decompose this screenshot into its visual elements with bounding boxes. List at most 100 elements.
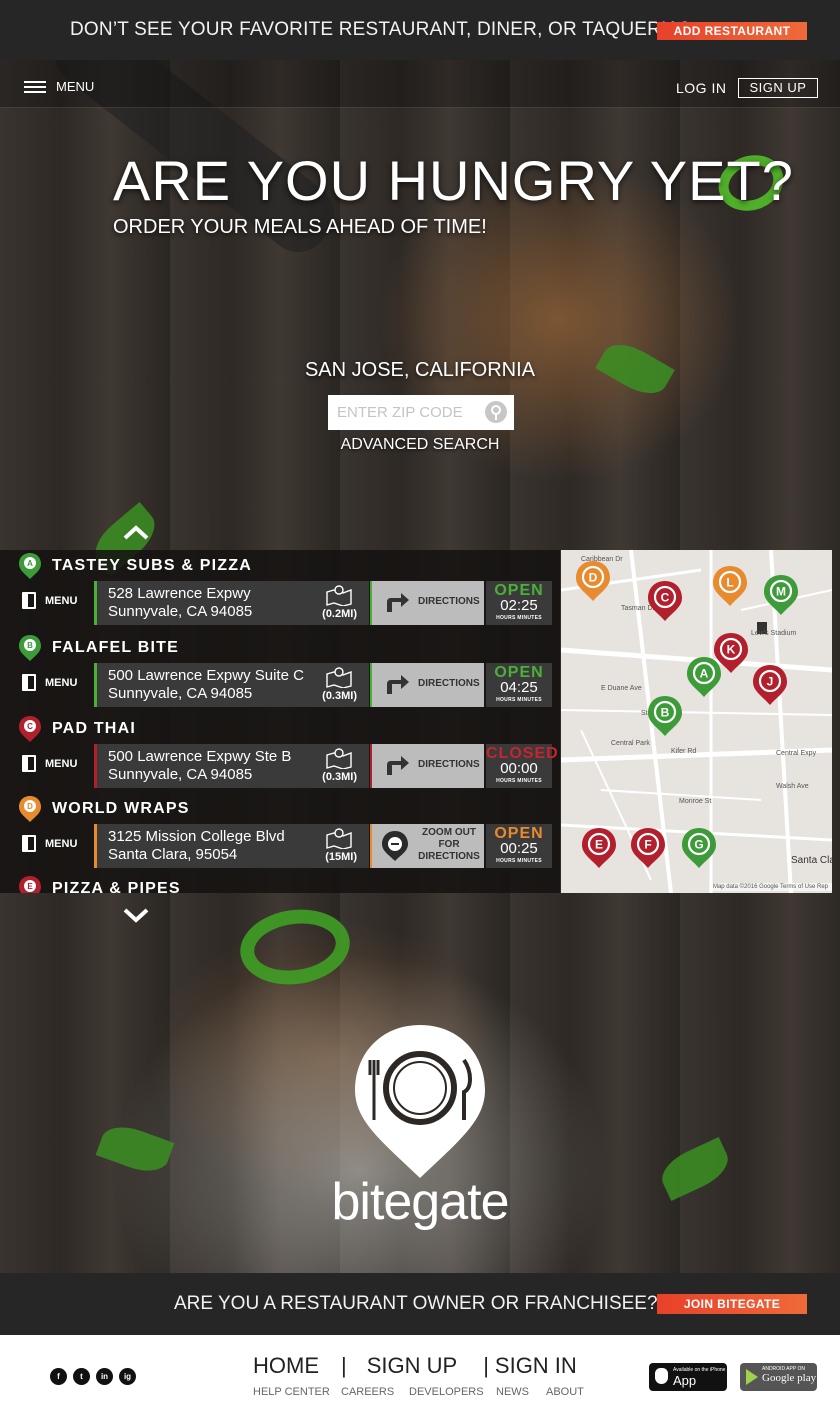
time-remaining: 02:25	[500, 597, 538, 614]
map-icon[interactable]	[325, 584, 353, 606]
footer-signup-link[interactable]: SIGN UP	[367, 1353, 457, 1379]
current-location: SAN JOSE, CALIFORNIA	[304, 359, 536, 381]
map-pin-icon: B	[648, 696, 682, 736]
map-icon[interactable]	[325, 666, 353, 688]
restaurant-name[interactable]: TASTEY SUBS & PIZZA	[52, 557, 252, 575]
restaurant-list[interactable]: A TASTEY SUBS & PIZZA MENU 528 Lawrence …	[0, 550, 560, 893]
restaurant-row[interactable]: B FALAFEL BITE MENU 500 Lawrence Expwy S…	[0, 632, 560, 714]
add-restaurant-button[interactable]: ADD RESTAURANT	[657, 22, 807, 40]
news-link[interactable]: NEWS	[496, 1386, 546, 1398]
map-pin-c[interactable]: C	[647, 580, 683, 622]
restaurant-pin-icon: E	[19, 876, 41, 893]
restaurant-pin-icon: D	[19, 796, 41, 822]
menu-book-icon	[22, 835, 36, 852]
menu-button-label: MENU	[45, 594, 78, 607]
owner-banner: ARE YOU A RESTAURANT OWNER OR FRANCHISEE…	[0, 1273, 840, 1335]
map-pin-l[interactable]: L	[712, 565, 748, 607]
time-units: HOURS MINUTES	[496, 615, 542, 621]
restaurant-menu-button[interactable]: MENU	[22, 674, 77, 691]
restaurant-address: 3125 Mission College Blvd Santa Clara, 9…	[94, 824, 369, 868]
footer-signin-link[interactable]: SIGN IN	[495, 1353, 577, 1379]
careers-link[interactable]: CAREERS	[341, 1386, 409, 1398]
login-link[interactable]: LOG IN	[676, 80, 726, 96]
map-pin-m[interactable]: M	[763, 574, 799, 616]
restaurant-menu-button[interactable]: MENU	[22, 835, 77, 852]
pin-letter: A	[27, 559, 33, 568]
map-pin-a[interactable]: A	[686, 656, 722, 698]
pin-letter: C	[27, 722, 33, 731]
map-pin-letter: E	[595, 838, 603, 852]
join-bitegate-button[interactable]: JOIN BITEGATE	[657, 1294, 807, 1314]
map-pin-f[interactable]: F	[630, 827, 666, 869]
address-line1: 500 Lawrence Expwy Ste B	[108, 748, 292, 765]
twitter-icon[interactable]: t	[73, 1368, 90, 1385]
scroll-up-icon[interactable]	[122, 523, 150, 543]
location-pin-icon[interactable]	[484, 400, 508, 424]
zip-search-box	[328, 395, 514, 430]
restaurant-pin-icon: A	[19, 553, 41, 579]
footer-home-link[interactable]: HOME	[253, 1353, 319, 1379]
menu-toggle-button[interactable]: MENU	[24, 79, 94, 94]
menu-book-icon	[22, 755, 36, 772]
map-pin-icon: G	[682, 828, 716, 868]
map-pin-e[interactable]: E	[581, 827, 617, 869]
map-pin-b[interactable]: B	[647, 695, 683, 737]
time-units: HOURS MINUTES	[496, 778, 542, 784]
map-pin-g[interactable]: G	[681, 827, 717, 869]
directions-button[interactable]: DIRECTIONS	[370, 663, 484, 707]
pin-letter: D	[27, 802, 33, 811]
opening-status: OPEN 00:25 HOURS MINUTES	[486, 824, 552, 868]
distance: (0.3MI)	[322, 771, 357, 783]
restaurant-pin-icon: C	[19, 716, 41, 742]
app-store-badge[interactable]: Available on the iPhone App Store	[649, 1363, 727, 1403]
restaurant-menu-button[interactable]: MENU	[22, 592, 77, 609]
map-pin-icon: M	[764, 575, 798, 615]
address-line1: 500 Lawrence Expwy Suite C	[108, 667, 304, 684]
map-street-label: E Duane Ave	[601, 685, 642, 692]
social-links: f t in ig	[50, 1368, 136, 1385]
restaurant-name[interactable]: FALAFEL BITE	[52, 639, 179, 657]
zip-code-input[interactable]	[328, 395, 478, 430]
menu-button-label: MENU	[45, 676, 78, 689]
about-link[interactable]: ABOUT	[546, 1386, 584, 1398]
google-play-badge[interactable]: ANDROID APP ON Google play	[740, 1363, 817, 1391]
map-icon[interactable]	[325, 747, 353, 769]
zoom-out-button[interactable]: ZOOM OUT FOR DIRECTIONS	[370, 824, 484, 868]
advanced-search-link[interactable]: ADVANCED SEARCH	[0, 436, 840, 454]
restaurant-row[interactable]: E PIZZA & PIPES	[0, 873, 560, 893]
map-pin-letter: M	[776, 585, 786, 599]
developers-link[interactable]: DEVELOPERS	[409, 1386, 496, 1398]
instagram-icon[interactable]: ig	[119, 1368, 136, 1385]
map-pin-j[interactable]: J	[752, 664, 788, 706]
map-pin-letter: C	[661, 591, 670, 605]
restaurant-map[interactable]: Caribbean Dr Levi's Stadium Tasman Dr E Dua…	[561, 550, 832, 893]
directions-button[interactable]: DIRECTIONS	[370, 581, 484, 625]
address-line1: 528 Lawrence Expwy	[108, 585, 251, 602]
restaurant-name[interactable]: PIZZA & PIPES	[52, 880, 181, 893]
map-pin-letter: G	[694, 838, 703, 852]
zoom-out-pin-icon	[382, 831, 408, 861]
help-center-link[interactable]: HELP CENTER	[253, 1386, 341, 1398]
facebook-icon[interactable]: f	[50, 1368, 67, 1385]
map-pin-letter: D	[589, 571, 598, 585]
scroll-down-icon[interactable]	[122, 905, 150, 925]
map-street-label: Walsh Ave	[776, 783, 809, 790]
map-icon[interactable]	[325, 827, 353, 849]
restaurant-row[interactable]: D WORLD WRAPS MENU 3125 Mission College …	[0, 793, 560, 875]
restaurant-row[interactable]: C PAD THAI MENU 500 Lawrence Expwy Ste B…	[0, 713, 560, 795]
restaurant-row[interactable]: A TASTEY SUBS & PIZZA MENU 528 Lawrence …	[0, 550, 560, 632]
app-store-label: App Store	[673, 1373, 705, 1403]
menu-button-label: MENU	[45, 757, 78, 770]
footer: f t in ig HOME | SIGN UP | SIGN IN HELP …	[0, 1335, 840, 1423]
signup-button[interactable]: SIGN UP	[738, 78, 818, 98]
restaurant-name[interactable]: WORLD WRAPS	[52, 800, 190, 818]
owner-message: ARE YOU A RESTAURANT OWNER OR FRANCHISEE…	[174, 1293, 658, 1314]
linkedin-icon[interactable]: in	[96, 1368, 113, 1385]
restaurant-pin-icon: B	[19, 635, 41, 661]
restaurant-menu-button[interactable]: MENU	[22, 755, 77, 772]
address-line2: Sunnyvale, CA 94085	[108, 603, 253, 620]
restaurant-name[interactable]: PAD THAI	[52, 720, 136, 738]
menu-book-icon	[22, 674, 36, 691]
map-pin-d[interactable]: D	[575, 560, 611, 602]
directions-button[interactable]: DIRECTIONS	[370, 744, 484, 788]
